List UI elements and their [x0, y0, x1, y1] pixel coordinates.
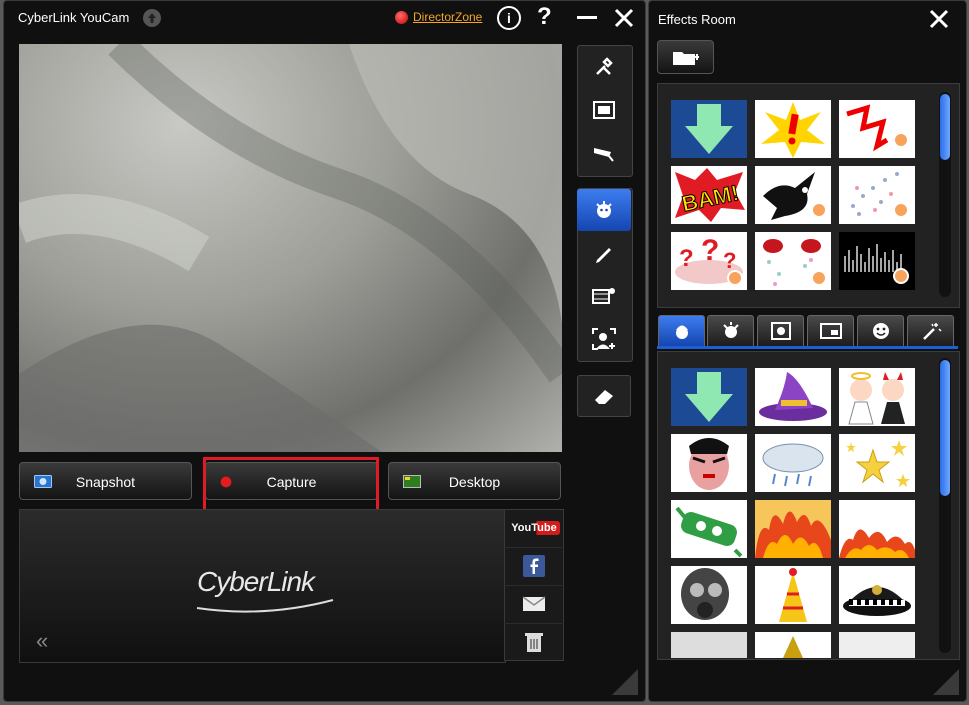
- effect-thumb-lightning[interactable]: [839, 100, 915, 158]
- effect-thumb-equalizer[interactable]: [839, 232, 915, 290]
- effect-thumb-download[interactable]: [671, 100, 747, 158]
- effects-button[interactable]: [577, 189, 631, 231]
- delete-button[interactable]: [504, 623, 564, 661]
- effect-thumb-question-marks[interactable]: ???: [671, 232, 747, 290]
- effect-thumb-fire-small[interactable]: [839, 500, 915, 558]
- effect-thumb-angel-devil[interactable]: [839, 368, 915, 426]
- help-icon[interactable]: ?: [537, 3, 552, 31]
- face-tracking-icon: [592, 328, 616, 350]
- smiley-tab-icon: [872, 323, 889, 339]
- snapshot-label: Snapshot: [75, 474, 136, 490]
- effect-thumb-bird[interactable]: [755, 166, 831, 224]
- effect-thumb-exclamation[interactable]: [755, 100, 831, 158]
- tab-smiley[interactable]: [857, 315, 904, 347]
- mail-icon: [522, 596, 546, 611]
- tab-frame[interactable]: [757, 315, 804, 347]
- tab-emotion[interactable]: [707, 315, 754, 347]
- svg-text:?: ?: [723, 248, 736, 273]
- magic-wand-tab-icon: [922, 323, 942, 340]
- logo-swoosh: [196, 599, 334, 613]
- favorites-grid: BAM! ???: [657, 83, 960, 308]
- effect-thumb-download-2[interactable]: [671, 368, 747, 426]
- effects-resize-grip-icon[interactable]: [933, 669, 959, 695]
- svg-text:?: ?: [701, 234, 719, 267]
- video-effects-button[interactable]: [577, 275, 631, 317]
- email-button[interactable]: [504, 585, 564, 624]
- director-zone-icon: [395, 11, 408, 24]
- tab-underline: [657, 346, 958, 349]
- director-zone-link[interactable]: DirectorZone: [413, 10, 482, 24]
- effect-thumb-rain-cloud[interactable]: [755, 434, 831, 492]
- collapse-arrow-icon[interactable]: «: [36, 628, 48, 654]
- effect-thumb-partial-row-2[interactable]: [671, 632, 747, 658]
- pencil-icon: [596, 248, 611, 263]
- desktop-button[interactable]: Desktop: [388, 462, 561, 500]
- favorites-scrollbar[interactable]: [939, 92, 951, 297]
- settings-tools-button[interactable]: [577, 46, 631, 88]
- emotion-tab-icon: [722, 322, 739, 338]
- snapshot-button[interactable]: Snapshot: [19, 462, 192, 500]
- avatar-tab-icon: [675, 325, 688, 339]
- effect-thumb-partial-row-3[interactable]: [839, 632, 915, 658]
- tab-avatar[interactable]: [658, 315, 705, 347]
- minimize-icon[interactable]: [577, 16, 597, 19]
- effect-thumb-police-hat[interactable]: [839, 566, 915, 624]
- drawing-button[interactable]: [577, 232, 631, 274]
- close-icon[interactable]: [613, 7, 635, 34]
- cyberlink-logo: CyberLink: [197, 566, 315, 597]
- frame-tab-icon: [770, 322, 791, 340]
- film-magic-icon: [592, 288, 615, 304]
- effects-room-title: Effects Room: [658, 12, 736, 27]
- fullscreen-icon: [593, 101, 615, 119]
- avatar-effect-icon: [596, 201, 612, 218]
- facebook-icon: [523, 555, 545, 577]
- app-title: CyberLink YouCam: [18, 10, 130, 25]
- favorites-scrollbar-thumb[interactable]: [940, 94, 950, 160]
- import-effects-button[interactable]: [657, 40, 714, 74]
- tools-icon: [596, 57, 613, 75]
- effect-thumb-gas-mask[interactable]: [671, 566, 747, 624]
- media-tray: CyberLink «: [19, 509, 506, 663]
- folder-import-icon: [673, 52, 699, 65]
- resize-grip-icon[interactable]: [612, 669, 638, 695]
- update-icon[interactable]: [143, 9, 161, 27]
- tab-scene[interactable]: [807, 315, 854, 347]
- svg-text:?: ?: [679, 245, 694, 272]
- youtube-icon: YouTube: [508, 521, 560, 535]
- surveillance-button[interactable]: [577, 132, 631, 174]
- effect-thumb-bam[interactable]: BAM!: [671, 166, 747, 224]
- effect-thumb-gold-stars[interactable]: [839, 434, 915, 492]
- effect-thumb-opera-mask[interactable]: [671, 434, 747, 492]
- eraser-button[interactable]: [577, 375, 631, 417]
- effect-thumb-party-hat[interactable]: [755, 566, 831, 624]
- capture-highlight: [203, 457, 379, 512]
- info-icon[interactable]: i: [497, 6, 521, 30]
- tab-magic[interactable]: [907, 315, 954, 347]
- security-camera-icon: [594, 148, 614, 162]
- effects-close-icon[interactable]: [928, 8, 950, 35]
- effects-room-window: Effects Room BAM! ???: [648, 0, 967, 702]
- trash-icon: [525, 633, 543, 652]
- effect-thumb-confetti-pops[interactable]: [755, 232, 831, 290]
- desktop-label: Desktop: [448, 474, 501, 490]
- camera-preview: [19, 44, 562, 452]
- effect-thumb-witch-hat[interactable]: [755, 368, 831, 426]
- effect-thumb-green-robot[interactable]: [671, 500, 747, 558]
- face-tracking-button[interactable]: [577, 318, 631, 360]
- effect-thumb-fire[interactable]: [755, 500, 831, 558]
- youtube-button[interactable]: YouTube: [504, 509, 564, 548]
- effects-scrollbar-thumb[interactable]: [940, 360, 950, 496]
- facebook-button[interactable]: [504, 547, 564, 586]
- effects-scrollbar[interactable]: [939, 358, 951, 653]
- effects-grid: [657, 351, 960, 660]
- scene-tab-icon: [819, 323, 842, 339]
- effect-thumb-confetti[interactable]: [839, 166, 915, 224]
- effect-thumb-partial-row[interactable]: [755, 632, 831, 658]
- youcam-window: CyberLink YouCam DirectorZone i ? Snapsh…: [3, 0, 646, 702]
- fullscreen-button[interactable]: [577, 89, 631, 131]
- eraser-icon: [595, 390, 613, 404]
